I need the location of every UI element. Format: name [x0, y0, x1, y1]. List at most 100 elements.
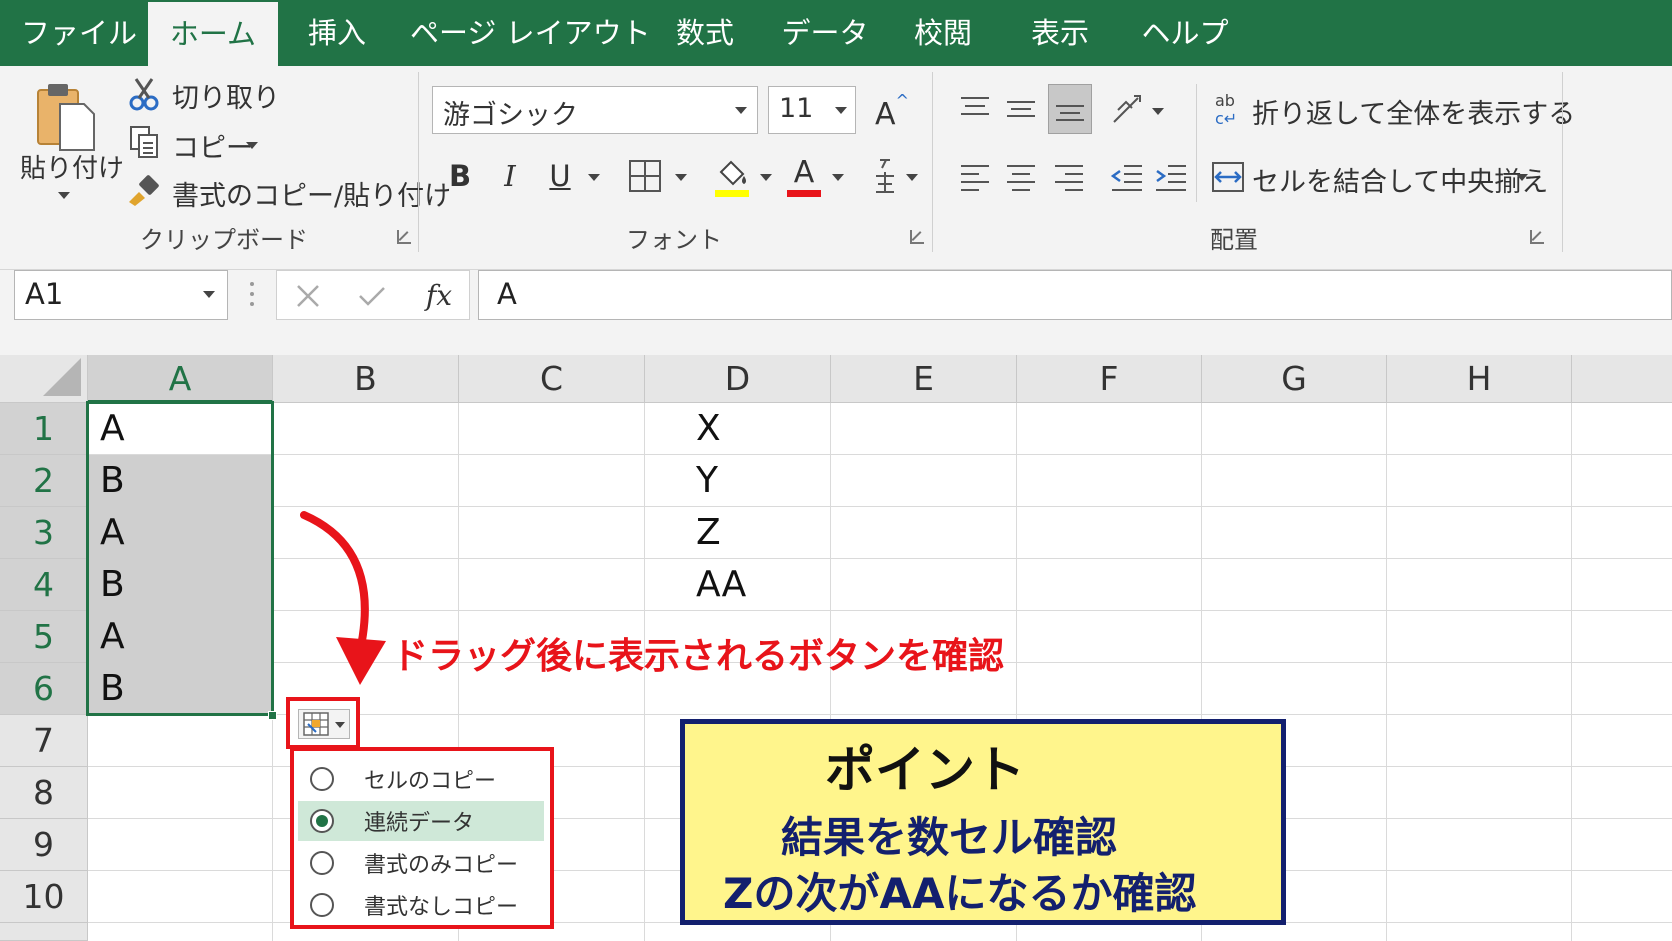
row-header-2[interactable]: 2 — [0, 455, 88, 507]
paste-dropdown-arrow[interactable] — [58, 192, 70, 199]
orientation-icon[interactable] — [1108, 88, 1148, 130]
cell-a1[interactable]: A — [88, 403, 125, 455]
cell-a6[interactable]: B — [88, 663, 125, 715]
ribbon-tab-bar: ファイル ホーム 挿入 ページ レイアウト 数式 データ 校閲 表示 ヘルプ — [0, 0, 1672, 66]
cell-d4[interactable]: AA — [684, 559, 746, 611]
tab-page-layout[interactable]: ページ レイアウト — [410, 0, 651, 66]
alignment-launcher-icon[interactable] — [1530, 230, 1544, 244]
clipboard-launcher-icon[interactable] — [397, 230, 411, 244]
point-line-2: Zの次がAAになるか確認 — [723, 869, 1197, 918]
font-size-dropdown[interactable]: 11 — [768, 86, 856, 134]
column-header-h[interactable]: H — [1387, 355, 1572, 403]
paste-button-label[interactable]: 貼り付け — [20, 148, 124, 185]
cell-d2[interactable]: Y — [684, 455, 718, 507]
cut-button[interactable]: 切り取り — [172, 76, 280, 115]
font-launcher-icon[interactable] — [910, 230, 924, 244]
wrap-text-icon[interactable]: ab c↵ — [1212, 88, 1246, 130]
formula-bar-grip-icon[interactable] — [250, 280, 254, 310]
column-header-g[interactable]: G — [1202, 355, 1387, 403]
tab-file[interactable]: ファイル — [14, 0, 144, 66]
name-box[interactable]: A1 — [14, 270, 228, 320]
column-header-f[interactable]: F — [1017, 355, 1202, 403]
row-header-3[interactable]: 3 — [0, 507, 88, 559]
align-left-icon[interactable] — [956, 156, 994, 198]
paste-icon[interactable] — [30, 78, 102, 154]
cancel-icon[interactable] — [291, 279, 325, 313]
tab-insert[interactable]: 挿入 — [292, 0, 382, 66]
underline-dropdown-arrow[interactable] — [588, 174, 600, 181]
underline-button[interactable]: U — [540, 154, 580, 198]
radio-fill-formatting-only[interactable] — [310, 851, 334, 875]
bold-button[interactable]: B — [440, 154, 480, 198]
row-header-7[interactable]: 7 — [0, 715, 88, 767]
fill-color-dropdown-arrow[interactable] — [760, 174, 772, 181]
tab-view[interactable]: 表示 — [1015, 0, 1105, 66]
cell-a3[interactable]: A — [88, 507, 125, 559]
tab-formulas[interactable]: 数式 — [660, 0, 750, 66]
autofill-options-button[interactable] — [286, 697, 360, 749]
select-all-corner[interactable] — [0, 355, 88, 403]
cell-a2[interactable]: B — [88, 455, 125, 507]
merge-center-button[interactable]: セルを結合して中央揃え — [1252, 160, 1548, 199]
fill-handle[interactable] — [268, 711, 277, 720]
menu-item-fill-formatting-only[interactable]: 書式のみコピー — [298, 843, 544, 883]
row-header-1[interactable]: 1 — [0, 403, 88, 455]
wrap-text-button[interactable]: 折り返して全体を表示する — [1252, 92, 1575, 131]
row-header-10[interactable]: 10 — [0, 871, 88, 923]
menu-item-copy-cells[interactable]: セルのコピー — [298, 759, 544, 799]
enter-icon[interactable] — [355, 279, 389, 313]
scissors-icon[interactable] — [126, 76, 162, 112]
autofill-options-menu: セルのコピー 連続データ 書式のみコピー 書式なしコピー — [290, 747, 554, 929]
column-header-b[interactable]: B — [273, 355, 459, 403]
row-header-9[interactable]: 9 — [0, 819, 88, 871]
italic-button[interactable]: I — [490, 154, 530, 198]
borders-icon[interactable] — [626, 154, 664, 198]
phonetic-dropdown-arrow[interactable] — [906, 174, 918, 181]
align-center-icon[interactable] — [1002, 156, 1040, 198]
copy-dropdown-arrow[interactable] — [246, 142, 258, 149]
cell-a4[interactable]: B — [88, 559, 125, 611]
font-name-dropdown[interactable]: 游ゴシック — [432, 86, 758, 134]
align-right-icon[interactable] — [1050, 156, 1088, 198]
menu-item-fill-without-formatting[interactable]: 書式なしコピー — [298, 885, 544, 925]
align-top-icon[interactable] — [956, 88, 994, 130]
format-painter-icon[interactable] — [124, 172, 162, 208]
formula-input[interactable]: A — [478, 270, 1672, 320]
row-header-8[interactable]: 8 — [0, 767, 88, 819]
align-middle-icon[interactable] — [1002, 88, 1040, 130]
tab-review[interactable]: 校閲 — [898, 0, 988, 66]
column-header-e[interactable]: E — [831, 355, 1017, 403]
copy-button[interactable]: コピー — [172, 126, 253, 165]
merge-center-icon[interactable] — [1210, 156, 1246, 198]
row-header-6[interactable]: 6 — [0, 663, 88, 715]
column-header-d[interactable]: D — [645, 355, 831, 403]
copy-icon[interactable] — [126, 124, 162, 160]
column-header-a[interactable]: A — [88, 355, 273, 403]
merge-dropdown-arrow[interactable] — [1516, 174, 1528, 181]
increase-indent-icon[interactable] — [1152, 156, 1190, 198]
fill-color-icon[interactable] — [712, 152, 752, 200]
menu-item-fill-series[interactable]: 連続データ — [298, 801, 544, 841]
insert-function-button[interactable]: fx — [419, 277, 459, 313]
font-color-icon[interactable]: A — [784, 152, 824, 200]
format-painter-button[interactable]: 書式のコピー/貼り付け — [172, 174, 451, 213]
column-header-c[interactable]: C — [459, 355, 645, 403]
cell-d3[interactable]: Z — [684, 507, 721, 559]
row-header-5[interactable]: 5 — [0, 611, 88, 663]
align-bottom-icon[interactable] — [1048, 84, 1092, 134]
orientation-dropdown-arrow[interactable] — [1152, 108, 1164, 115]
font-color-dropdown-arrow[interactable] — [832, 174, 844, 181]
cell-a5[interactable]: A — [88, 611, 125, 663]
cell-d1[interactable]: X — [684, 403, 721, 455]
radio-copy-cells[interactable] — [310, 767, 334, 791]
row-header-4[interactable]: 4 — [0, 559, 88, 611]
grow-font-icon[interactable]: A ^ — [872, 86, 912, 134]
radio-fill-series[interactable] — [310, 809, 334, 833]
radio-fill-without-formatting[interactable] — [310, 893, 334, 917]
phonetic-icon[interactable] — [870, 154, 900, 198]
tab-home[interactable]: ホーム — [148, 2, 278, 66]
tab-data[interactable]: データ — [770, 0, 880, 66]
tab-help[interactable]: ヘルプ — [1125, 0, 1245, 66]
borders-dropdown-arrow[interactable] — [675, 174, 687, 181]
decrease-indent-icon[interactable] — [1108, 156, 1146, 198]
